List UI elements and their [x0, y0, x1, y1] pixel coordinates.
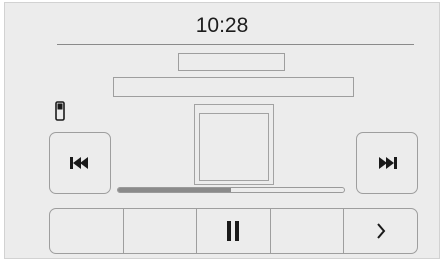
- clock-time: 10:28: [195, 14, 249, 37]
- album-art-frame: [194, 104, 274, 185]
- more-button[interactable]: [344, 209, 417, 253]
- control-slot-4[interactable]: [271, 209, 345, 253]
- control-slot-2[interactable]: [124, 209, 198, 253]
- track-title-field: [178, 53, 285, 71]
- control-slot-1[interactable]: [50, 209, 124, 253]
- chevron-right-icon: [376, 223, 385, 239]
- playback-progress-fill: [118, 188, 231, 192]
- phone-icon: [55, 101, 65, 121]
- pause-icon: [227, 221, 240, 241]
- control-bar: [49, 208, 418, 254]
- header-divider: [57, 44, 414, 45]
- media-player-screen: 10:28: [4, 2, 440, 259]
- track-artist-field: [113, 77, 354, 97]
- pause-button[interactable]: [197, 209, 271, 253]
- skip-next-icon: [379, 157, 397, 169]
- skip-previous-icon: [70, 157, 88, 169]
- previous-track-button[interactable]: [49, 132, 111, 194]
- next-track-button[interactable]: [356, 132, 418, 194]
- playback-progress-bar[interactable]: [117, 187, 345, 193]
- album-art: [199, 113, 269, 181]
